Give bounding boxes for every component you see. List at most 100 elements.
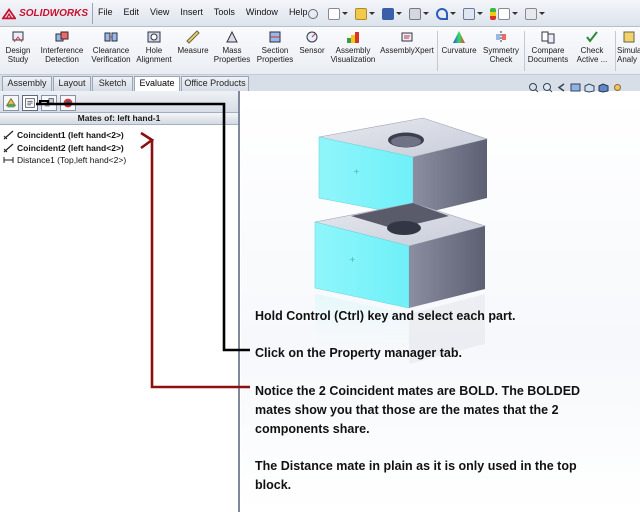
curvature-label: Curvature xyxy=(441,46,477,55)
note-bold-mates-line1: Notice the 2 Coincident mates are BOLD. … xyxy=(255,384,581,398)
mate-coincident1[interactable]: Coincident1 (left hand<2>) xyxy=(3,129,124,141)
options-dropdown-icon[interactable] xyxy=(539,12,545,15)
solidworks-logo[interactable]: SOLIDWORKS xyxy=(2,4,88,23)
interference-detection-label: Interference Detection xyxy=(40,46,84,64)
hide-show-items-icon[interactable] xyxy=(612,82,623,93)
mass-properties-button[interactable]: Mass Properties xyxy=(213,30,251,64)
compare-documents-button[interactable]: Compare Documents xyxy=(527,30,569,64)
tab-layout[interactable]: Layout xyxy=(53,76,91,91)
simulation-icon xyxy=(623,31,634,43)
pin-icon[interactable] xyxy=(308,8,318,19)
symmetry-check-button[interactable]: Symmetry Check xyxy=(481,30,521,64)
assemblyxpert-button[interactable]: AssemblyXpert xyxy=(380,30,434,55)
previous-view-icon[interactable] xyxy=(556,82,567,93)
mate-coincident2[interactable]: Coincident2 (left hand<2>) xyxy=(3,142,124,154)
menu-tools[interactable]: Tools xyxy=(214,7,235,17)
note-distance-mate-line1: The Distance mate in plain as it is only… xyxy=(255,459,577,473)
menu-bar: SOLIDWORKS File Edit View Insert Tools W… xyxy=(0,0,640,27)
compare-documents-label: Compare Documents xyxy=(527,46,569,64)
section-view-icon[interactable] xyxy=(570,82,581,93)
model-view: + + xyxy=(314,117,489,364)
curvature-button[interactable]: Curvature xyxy=(440,30,478,55)
assemblyxpert-icon xyxy=(401,32,413,42)
assembly-visualization-button[interactable]: Assembly Visualization xyxy=(330,30,376,64)
check-active-icon xyxy=(586,31,598,43)
mate-label: Coincident2 (left hand<2>) xyxy=(17,143,124,153)
file-properties-icon[interactable] xyxy=(498,7,510,20)
new-document-icon[interactable] xyxy=(328,7,340,20)
options-icon[interactable] xyxy=(525,7,537,20)
tab-assembly[interactable]: Assembly xyxy=(2,76,52,91)
hole-alignment-icon xyxy=(147,31,161,43)
new-dropdown-icon[interactable] xyxy=(342,12,348,15)
section-properties-label: Section Properties xyxy=(256,46,294,64)
clearance-verification-button[interactable]: Clearance Verification xyxy=(90,30,132,64)
symmetry-check-icon xyxy=(496,31,506,43)
featuremanager-tree-tab-icon[interactable] xyxy=(3,95,19,111)
undo-icon[interactable] xyxy=(436,7,448,20)
zoom-to-fit-icon[interactable] xyxy=(528,82,539,93)
mate-distance1[interactable]: Distance1 (Top,left hand<2>) xyxy=(3,154,126,166)
save-icon[interactable] xyxy=(382,7,394,20)
open-folder-icon[interactable] xyxy=(355,7,367,20)
bottom-block-part[interactable]: + xyxy=(314,202,487,309)
measure-button[interactable]: Measure xyxy=(176,30,210,55)
simulation-button[interactable]: Simula Analy xyxy=(617,30,640,64)
sensor-button[interactable]: Sensor xyxy=(298,30,326,55)
menu-edit[interactable]: Edit xyxy=(124,7,140,17)
zoom-to-area-icon[interactable] xyxy=(542,82,553,93)
display-manager-tab-icon[interactable] xyxy=(60,95,76,111)
coincident-mate-icon xyxy=(3,143,14,153)
design-study-button[interactable]: Design Study xyxy=(2,30,34,64)
compare-documents-icon xyxy=(541,31,555,44)
note-select-parts: Hold Control (Ctrl) key and select each … xyxy=(255,309,516,323)
curvature-icon xyxy=(453,31,465,43)
undo-dropdown-icon[interactable] xyxy=(450,12,456,15)
top-block-part[interactable]: + xyxy=(318,117,489,217)
display-style-icon[interactable] xyxy=(598,82,609,93)
tab-office-products[interactable]: Office Products xyxy=(181,76,249,91)
design-study-icon xyxy=(12,31,24,43)
select-dropdown-icon[interactable] xyxy=(477,12,483,15)
save-dropdown-icon[interactable] xyxy=(396,12,402,15)
ds-logo-icon xyxy=(2,7,17,19)
configurationmanager-tab-icon[interactable] xyxy=(41,95,57,111)
menu-view[interactable]: View xyxy=(150,7,169,17)
feature-manager-panel: Mates of: left hand-1 Coincident1 (left … xyxy=(0,91,240,512)
propertymanager-tab-icon[interactable] xyxy=(22,95,38,111)
mate-label: Coincident1 (left hand<2>) xyxy=(17,130,124,140)
menu-insert[interactable]: Insert xyxy=(180,7,203,17)
interference-detection-button[interactable]: Interference Detection xyxy=(36,30,88,64)
hole-alignment-label: Hole Alignment xyxy=(136,46,172,64)
tab-evaluate[interactable]: Evaluate xyxy=(134,76,180,92)
select-icon[interactable] xyxy=(463,7,475,20)
note-bold-mates-line2: mates show you that those are the mates … xyxy=(255,403,559,417)
origin-marker: + xyxy=(349,255,356,264)
assembly-visualization-label: Assembly Visualization xyxy=(330,46,376,64)
ribbon-separator xyxy=(437,31,438,71)
menu-file[interactable]: File xyxy=(98,7,113,17)
print-dropdown-icon[interactable] xyxy=(423,12,429,15)
note-property-manager: Click on the Property manager tab. xyxy=(255,346,462,360)
print-icon[interactable] xyxy=(409,7,421,20)
design-study-label: Design Study xyxy=(5,46,31,64)
check-active-button[interactable]: Check Active ... xyxy=(572,30,612,64)
note-bold-mates-line3: components share. xyxy=(255,422,370,436)
rebuild-icon[interactable] xyxy=(490,7,496,20)
menu-window[interactable]: Window xyxy=(246,7,278,17)
menu-help[interactable]: Help xyxy=(289,7,308,17)
graphics-area[interactable]: + + xyxy=(241,94,640,512)
simulation-label: Simula Analy xyxy=(617,46,640,64)
mates-header: Mates of: left hand-1 xyxy=(0,113,238,125)
view-orientation-icon[interactable] xyxy=(584,82,595,93)
hole-alignment-button[interactable]: Hole Alignment xyxy=(134,30,174,64)
assembly-visualization-icon xyxy=(347,32,359,43)
file-properties-dropdown-icon[interactable] xyxy=(512,12,518,15)
symmetry-check-label: Symmetry Check xyxy=(483,46,519,64)
feature-manager-tabs xyxy=(0,91,238,113)
open-dropdown-icon[interactable] xyxy=(369,12,375,15)
menu-list: File Edit View Insert Tools Window Help xyxy=(98,7,318,17)
section-properties-button[interactable]: Section Properties xyxy=(255,30,295,64)
tab-sketch[interactable]: Sketch xyxy=(92,76,133,91)
mate-label: Distance1 (Top,left hand<2>) xyxy=(17,155,127,165)
